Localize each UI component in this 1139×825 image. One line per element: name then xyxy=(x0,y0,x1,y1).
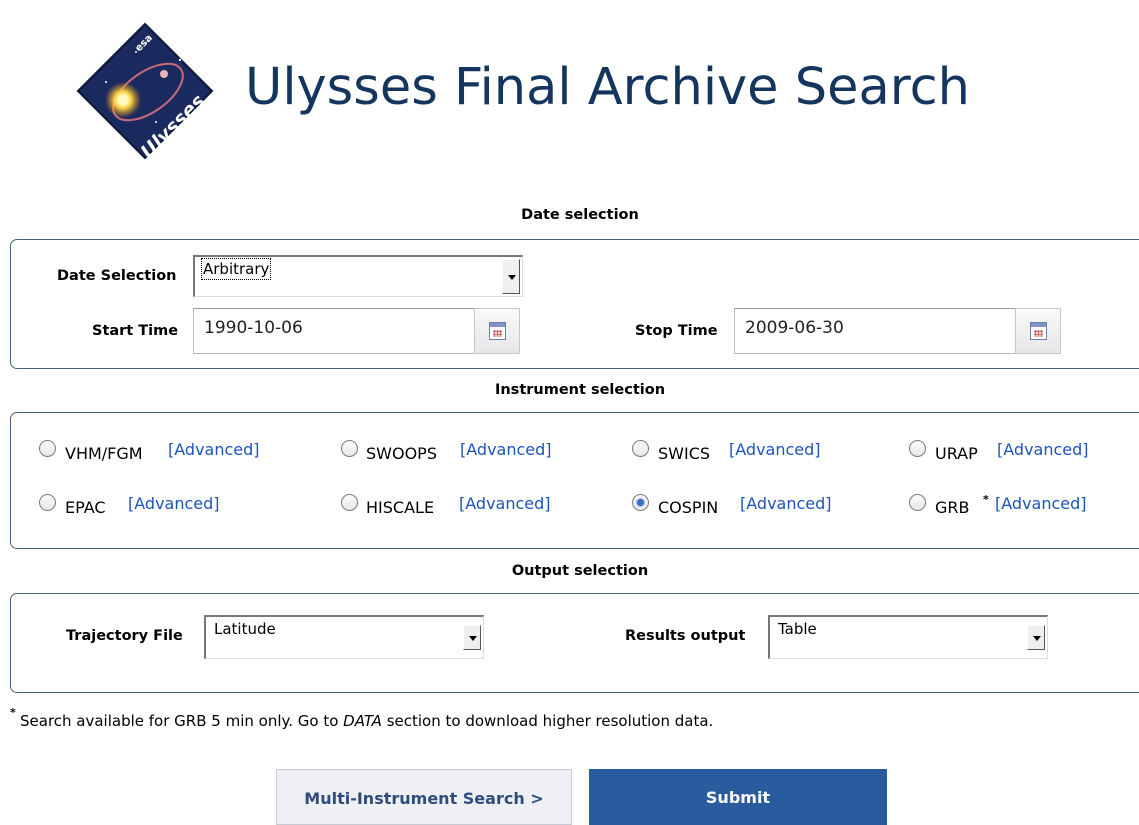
advanced-link-hiscale[interactable]: [Advanced] xyxy=(459,494,551,513)
date-selection-dropdown[interactable]: Arbitrary xyxy=(193,255,523,297)
date-selection-label: Date Selection xyxy=(57,268,177,284)
footnote-text: Search available for GRB 5 min only. Go … xyxy=(20,712,713,730)
calendar-icon xyxy=(1030,322,1047,340)
footnote-emphasis: DATA xyxy=(343,712,382,730)
start-time-label: Start Time xyxy=(92,323,179,339)
instrument-label-vhm-fgm: VHM/FGM xyxy=(65,444,143,463)
instrument-selection-panel xyxy=(10,412,1139,549)
instrument-label-epac: EPAC xyxy=(65,498,106,517)
chevron-down-icon[interactable] xyxy=(463,625,481,650)
advanced-link-cospin[interactable]: [Advanced] xyxy=(740,494,832,513)
radio-epac[interactable] xyxy=(39,494,56,511)
stop-time-calendar-button[interactable] xyxy=(1015,308,1061,354)
instrument-section-heading: Instrument selection xyxy=(494,382,666,398)
advanced-link-epac[interactable]: [Advanced] xyxy=(128,494,220,513)
advanced-link-grb[interactable]: [Advanced] xyxy=(995,494,1087,513)
output-section-heading: Output selection xyxy=(511,563,649,579)
advanced-link-vhm-fgm[interactable]: [Advanced] xyxy=(168,440,260,459)
radio-cospin[interactable] xyxy=(632,494,649,511)
instrument-label-cospin: COSPIN xyxy=(658,498,719,517)
results-output-label: Results output xyxy=(625,628,746,644)
ulysses-logo: esa Ulysses xyxy=(76,22,214,163)
footnote-text-before: Search available for GRB 5 min only. Go … xyxy=(20,712,344,730)
start-time-calendar-button[interactable] xyxy=(474,308,520,354)
chevron-down-icon[interactable] xyxy=(502,259,520,294)
results-output-dropdown[interactable]: Table xyxy=(768,615,1048,659)
instrument-label-hiscale: HISCALE xyxy=(366,498,435,517)
submit-button[interactable]: Submit xyxy=(589,769,887,825)
results-output-value: Table xyxy=(778,620,817,638)
instrument-label-swics: SWICS xyxy=(658,444,711,463)
radio-hiscale[interactable] xyxy=(341,494,358,511)
page-title: Ulysses Final Archive Search xyxy=(245,58,970,117)
chevron-down-icon[interactable] xyxy=(1027,625,1045,650)
instrument-label-swoops: SWOOPS xyxy=(366,444,437,463)
advanced-link-swoops[interactable]: [Advanced] xyxy=(460,440,552,459)
calendar-icon xyxy=(489,322,506,340)
radio-urap[interactable] xyxy=(909,440,926,457)
start-time-input[interactable]: 1990-10-06 xyxy=(193,308,475,354)
trajectory-file-label: Trajectory File xyxy=(66,628,183,644)
footnote-text-after: section to download higher resolution da… xyxy=(381,712,714,730)
instrument-label-urap: URAP xyxy=(935,444,978,463)
date-selection-value: Arbitrary xyxy=(200,258,272,280)
radio-swoops[interactable] xyxy=(341,440,358,457)
advanced-link-urap[interactable]: [Advanced] xyxy=(997,440,1089,459)
radio-swics[interactable] xyxy=(632,440,649,457)
footnote-marker: * xyxy=(10,706,16,719)
date-section-heading: Date selection xyxy=(521,207,639,223)
radio-vhm-fgm[interactable] xyxy=(39,440,56,457)
grb-footnote-marker: * xyxy=(983,493,989,506)
radio-grb[interactable] xyxy=(909,494,926,511)
advanced-link-swics[interactable]: [Advanced] xyxy=(729,440,821,459)
trajectory-file-dropdown[interactable]: Latitude xyxy=(204,615,484,659)
instrument-label-grb: GRB xyxy=(935,498,970,517)
trajectory-file-value: Latitude xyxy=(214,620,276,638)
multi-instrument-search-button[interactable]: Multi-Instrument Search > xyxy=(276,769,572,825)
stop-time-input[interactable]: 2009-06-30 xyxy=(734,308,1016,354)
stop-time-label: Stop Time xyxy=(635,323,718,339)
